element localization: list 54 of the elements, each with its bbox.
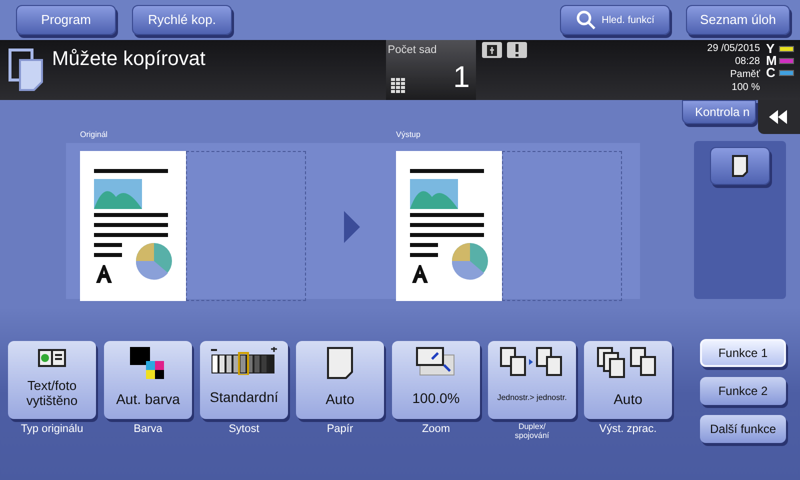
document-page-icon [396,151,502,301]
function-button[interactable]: Auto [584,341,672,419]
function-caption: Barva [134,423,162,436]
function-caption: Typ originálu [20,423,84,436]
collapse-button[interactable] [758,100,800,134]
page-icon [732,155,748,177]
toner-letter: Y [766,43,776,55]
copies-label: Počet sad [388,43,437,58]
memory-value: 100 % [732,81,760,94]
check-button[interactable]: Kontrola n [682,100,756,124]
search-button[interactable]: Hled. funkcí [560,5,670,35]
stacked-pages-icon [597,347,659,379]
memory-label: Paměť [730,68,760,81]
original-label: Originál [80,129,108,141]
keypad-icon [390,78,407,94]
copies-display[interactable]: Počet sad 1 [386,40,476,100]
function-caption: Zoom [422,423,450,436]
function-caption: Duplex/ spojování [514,423,550,441]
status-message: Můžete kopírovat [52,47,206,72]
document-page-icon [80,151,186,301]
duplex-pages-icon [500,347,564,377]
time-text: 08:28 [734,55,760,68]
arrow-icon [344,211,360,243]
function-caption: Sytost [228,423,260,436]
toner-letter: C [766,67,776,79]
copy-pages-icon [8,48,44,92]
output-label: Výstup [396,129,420,141]
paper-icon [327,347,353,379]
job-list-button[interactable]: Seznam úloh [686,5,790,35]
double-arrow-icon [769,110,789,124]
date-text: 29 /05/2015 [707,42,760,55]
top-button[interactable]: Rychlé kop. [132,5,232,35]
function-button[interactable]: Auto [296,341,384,419]
function-button[interactable]: Text/foto vytištěno [8,341,96,419]
side-tab[interactable]: Funkce 1 [700,339,786,367]
warning-icon [506,42,527,58]
function-button[interactable]: 100.0% [392,341,480,419]
page-button[interactable] [710,147,770,185]
usb-icon [482,42,502,58]
search-icon [576,10,596,30]
function-caption: Výst. zprac. [599,423,657,436]
density-scale-icon [211,347,277,375]
function-caption: Papír [326,423,354,436]
function-button[interactable]: Standardní [200,341,288,419]
zoom-icon [416,347,456,377]
side-tab[interactable]: Další funkce [700,415,786,443]
side-tab[interactable]: Funkce 2 [700,377,786,405]
book-icon [37,347,67,369]
top-button[interactable]: Program [16,5,116,35]
copies-count: 1 [453,60,470,96]
color-squares-icon [130,347,166,379]
function-button[interactable]: Jednostr.> jednostr. [488,341,576,419]
function-button[interactable]: Aut. barva [104,341,192,419]
toner-letter: M [766,55,776,67]
